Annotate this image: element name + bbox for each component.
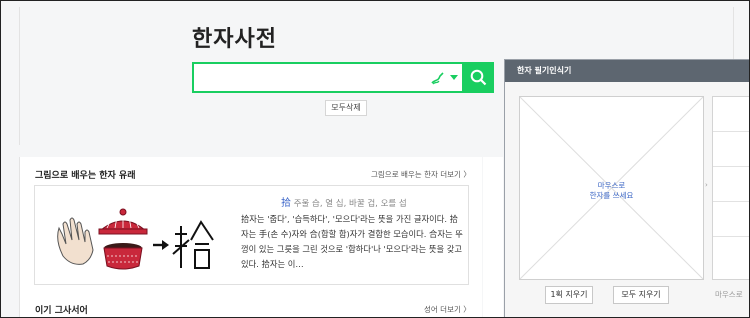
- search-icon: [470, 69, 487, 86]
- hanja-readings-text: 주울 습, 열 십, 바꿀 겁, 오를 섭: [293, 199, 407, 209]
- origin-description: 拾자는 '줍다', '습득하다', '모으다'라는 뜻을 가진 글자이다. 拾자…: [241, 214, 463, 269]
- search-box: [192, 62, 464, 93]
- clear-all-button[interactable]: 모두삭제: [325, 100, 367, 116]
- side-column: [483, 157, 503, 317]
- side-hint: 마우스로: [715, 290, 743, 299]
- candidate-slot[interactable]: [713, 132, 749, 167]
- hanja-character[interactable]: 拾: [281, 198, 291, 209]
- chevron-down-icon[interactable]: [450, 75, 458, 80]
- clear-canvas-button[interactable]: 모두 지우기: [613, 286, 669, 304]
- candidate-slot[interactable]: [713, 202, 749, 237]
- hand-and-vessel-illustration: [57, 208, 214, 270]
- candidate-list: [712, 96, 749, 280]
- candidate-slot[interactable]: [713, 97, 749, 132]
- canvas-hint-line-2: 한자를 쓰세요: [589, 191, 634, 200]
- card-heading: 그림으로 배우는 한자 유래: [35, 171, 136, 181]
- canvas-hint: 마우스로 한자를 쓰세요: [520, 181, 703, 201]
- handwriting-recognizer-panel: 한자 필기인식기 마우스로 한자를 쓰세요 › 1획 지우기 모두 지우기 마우…: [504, 59, 749, 317]
- handwriting-pen-icon[interactable]: [430, 70, 446, 86]
- hanja-origin-card: 그림으로 배우는 한자 유래 그림으로 배우는 한자 더보기 〉 拾 주울 습,…: [19, 157, 482, 317]
- chevron-right-icon: ›: [705, 181, 708, 189]
- candidate-slot[interactable]: [713, 237, 749, 272]
- search-input[interactable]: [200, 68, 419, 89]
- undo-stroke-button[interactable]: 1획 지우기: [545, 286, 593, 304]
- search-button[interactable]: [463, 62, 494, 93]
- hanja-readings: 拾 주울 습, 열 십, 바꿀 겁, 오를 섭: [281, 194, 407, 209]
- more-link[interactable]: 그림으로 배우는 한자 더보기 〉: [371, 169, 471, 180]
- panel-title: 한자 필기인식기: [517, 66, 572, 75]
- idioms-heading: 이기 그사서어: [35, 306, 88, 316]
- canvas-hint-line-1: 마우스로: [597, 181, 626, 190]
- idioms-more-link[interactable]: 성어 더보기 〉: [424, 304, 471, 315]
- candidate-slot[interactable]: [713, 167, 749, 202]
- origin-illustration-box[interactable]: 拾 주울 습, 열 십, 바꿀 겁, 오를 섭 拾자는 '줍다', '습득하다'…: [34, 185, 469, 285]
- panel-header[interactable]: 한자 필기인식기: [505, 60, 749, 82]
- drawing-canvas[interactable]: 마우스로 한자를 쓰세요: [519, 96, 704, 280]
- browser-viewport: 한자사전 모두삭제 그림으로 배우는 한자 유래 그림으로 배우는 한자 더보기…: [0, 0, 750, 318]
- page-title: 한자사전: [192, 27, 277, 52]
